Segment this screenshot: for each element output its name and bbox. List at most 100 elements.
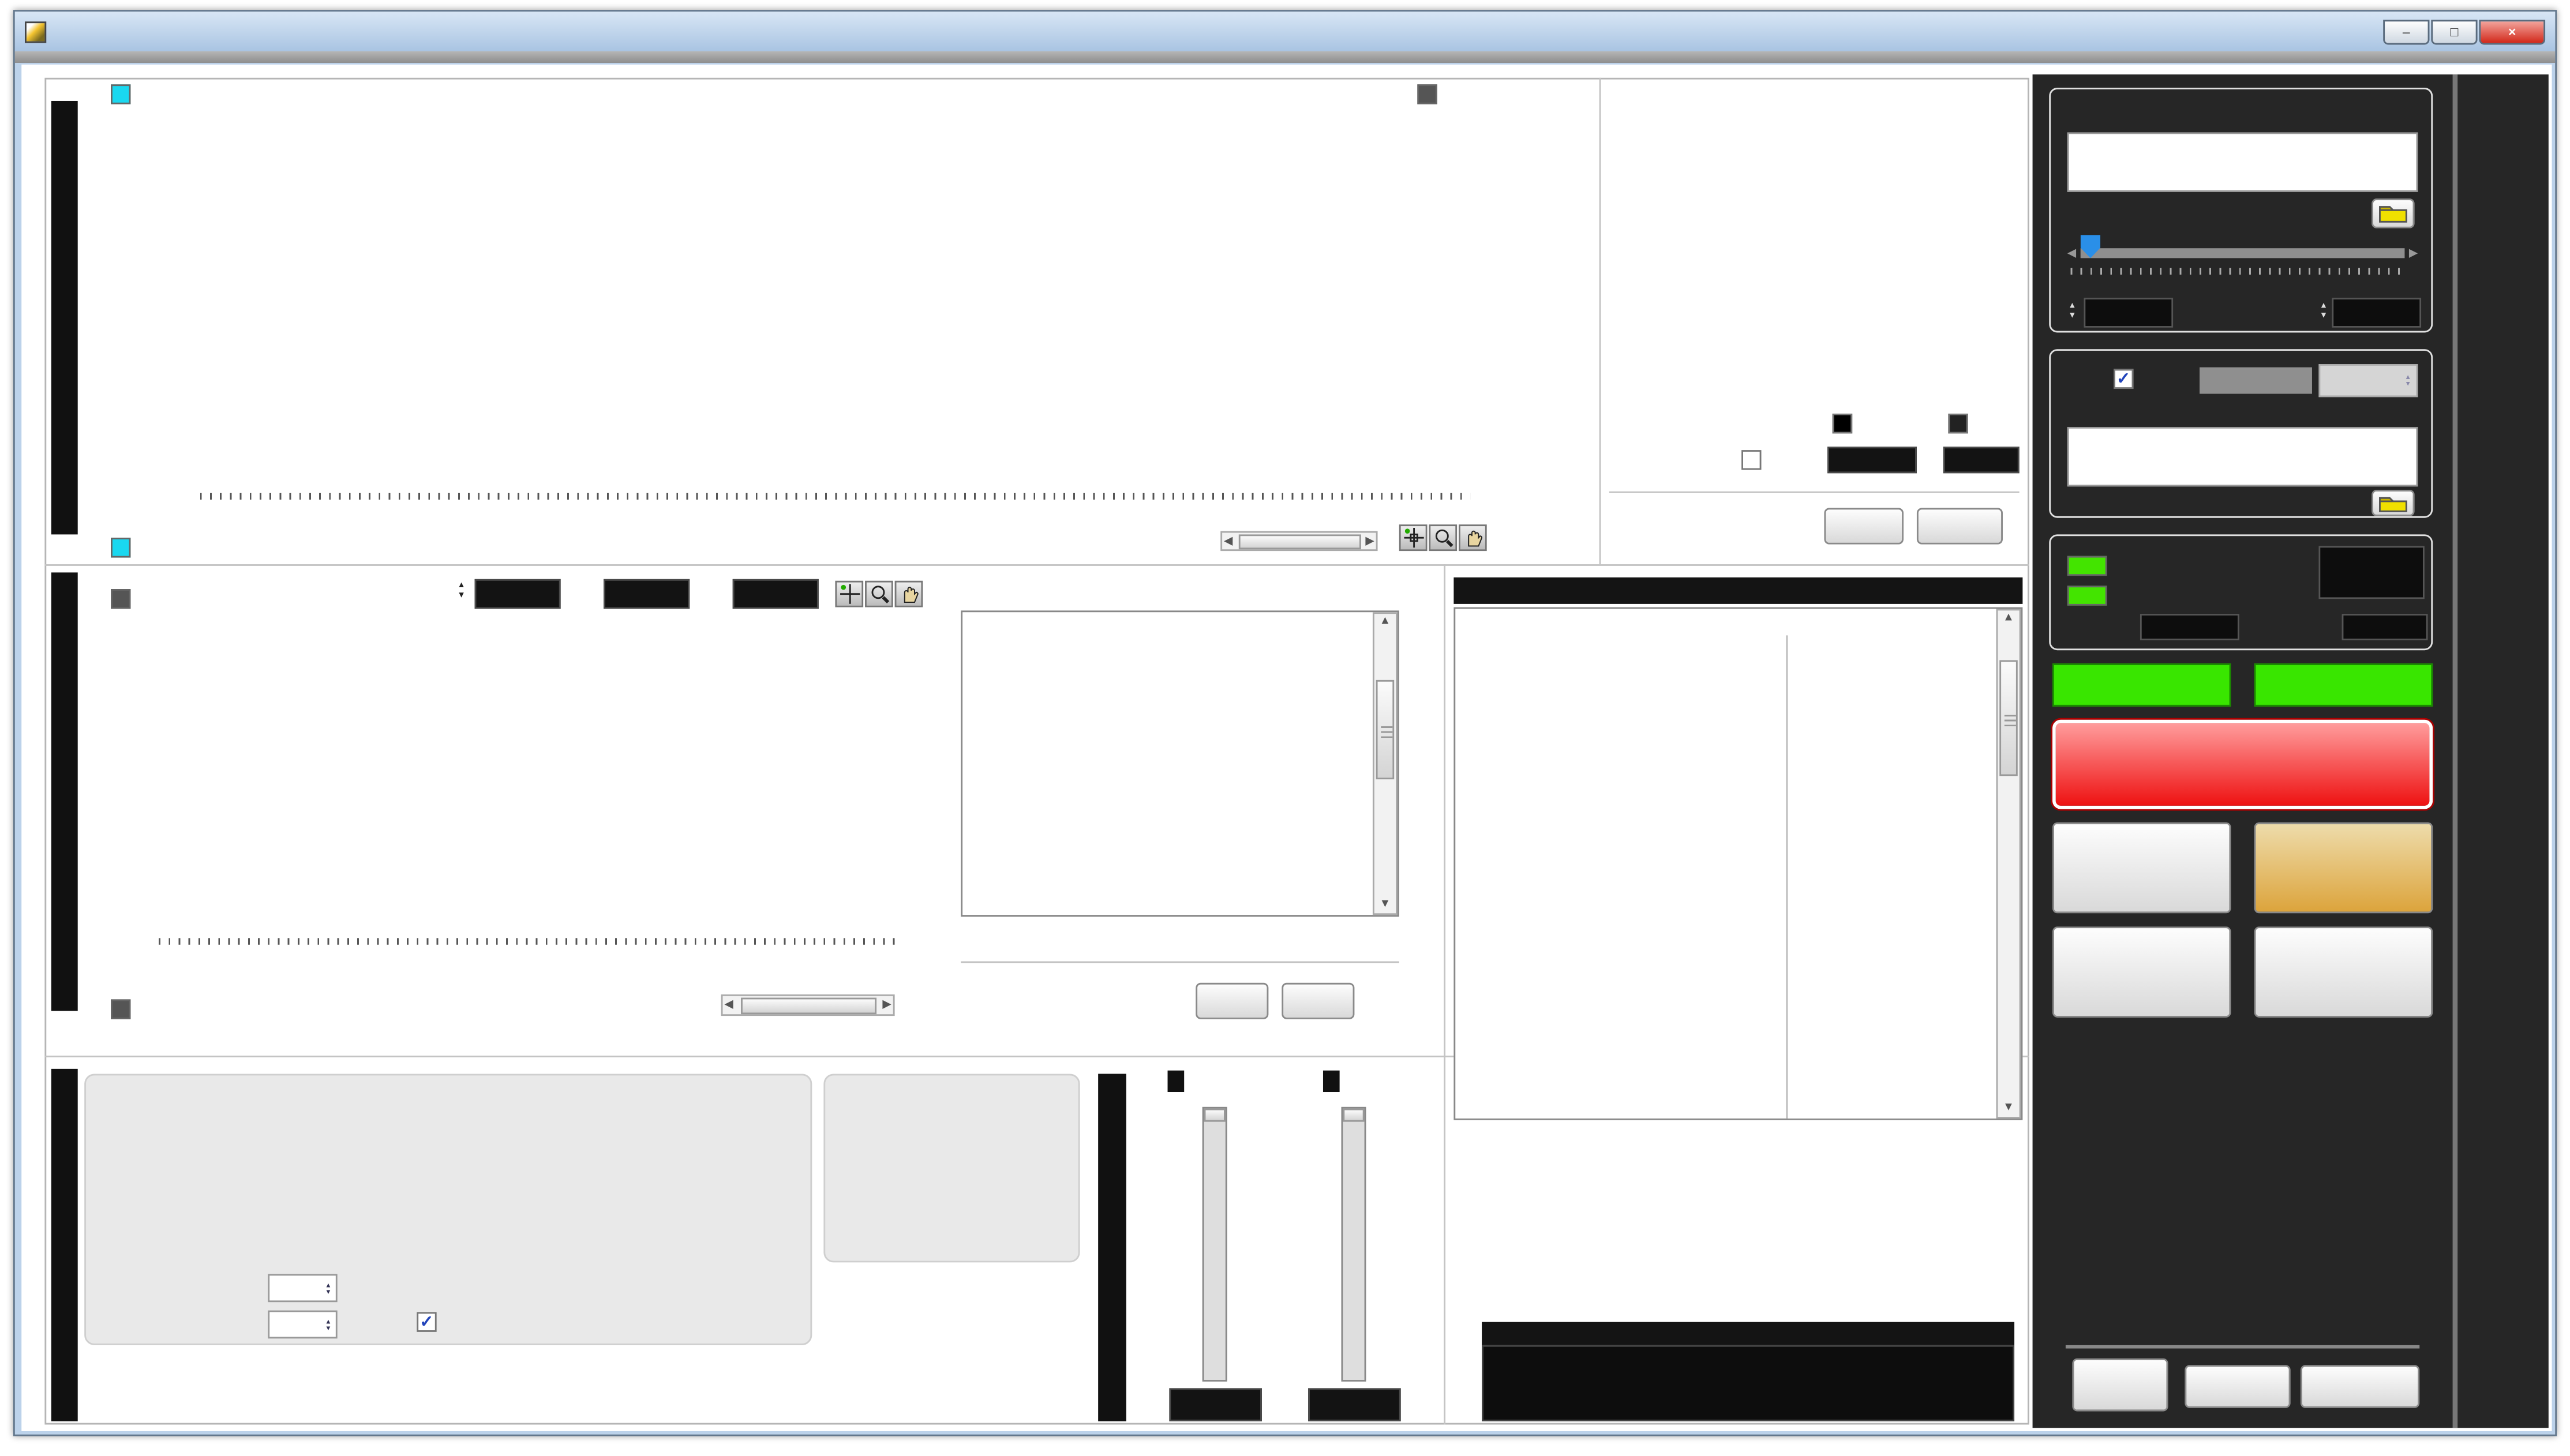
power-profile-table[interactable]: ▲ ▼ [961, 610, 1399, 917]
load-total-value [1308, 1388, 1401, 1421]
y1-auto-checkbox[interactable] [111, 84, 130, 104]
sv-cmd-value[interactable] [475, 579, 561, 609]
data-path-input[interactable] [2067, 132, 2418, 192]
section-divider-4 [1444, 564, 1445, 1424]
profile-table-scrollbar[interactable]: ▲ ▼ [1373, 612, 1398, 915]
auto-start-button[interactable] [2052, 926, 2231, 1018]
load-gauge-ticks [1292, 1113, 1335, 1375]
save-path-browse-button[interactable] [2372, 490, 2415, 516]
side-title-strip [2459, 74, 2549, 1428]
message-body [1482, 1345, 2014, 1421]
load-gauge[interactable] [1341, 1107, 1366, 1382]
load-chart[interactable] [159, 622, 894, 936]
event-channel-area [1786, 635, 1998, 1119]
command-panel [823, 1074, 1080, 1262]
crosshair-tool-icon[interactable] [1399, 524, 1428, 551]
interval-spinner: ▲▼ [2318, 364, 2418, 397]
graph-config-open-button[interactable] [1824, 508, 1904, 545]
end-time-input[interactable] [2332, 298, 2421, 328]
load-crosshair-tool-icon[interactable] [835, 581, 863, 607]
maximize-button[interactable]: □ [2431, 19, 2477, 44]
profile-save-button[interactable] [1282, 983, 1354, 1019]
start-time-state-value [2318, 546, 2424, 599]
load-panel-strip [51, 572, 78, 1011]
load-chart-scrollbar[interactable]: ◀ ▶ [721, 995, 895, 1016]
background-color-swatch[interactable] [1833, 414, 1852, 433]
meas-x-minor-ticks [200, 493, 1470, 500]
meas-chart-scrollbar[interactable]: ◀ ▶ [1220, 531, 1377, 551]
title-bar[interactable]: – □ × [15, 12, 2555, 51]
source-gauge-title [1168, 1071, 1185, 1092]
comm-status-items [2039, 1057, 2446, 1339]
pcs-soc-spinner[interactable]: ▲▼ [268, 1274, 337, 1303]
connect-button[interactable] [2185, 1365, 2290, 1408]
pan-hand-tool-icon[interactable] [1459, 524, 1487, 551]
event-log-title [1453, 577, 2022, 604]
graph-config-save-button[interactable] [1917, 508, 2003, 545]
battery-mode-checkbox[interactable]: ✓ [417, 1312, 436, 1331]
ees-soc-spinner[interactable]: ▲▼ [268, 1311, 337, 1339]
load-x-auto-checkbox[interactable] [111, 999, 130, 1019]
cursor-y-value [1943, 446, 2020, 473]
cursor-view-checkbox[interactable] [1741, 450, 1761, 470]
emergency-stop-button[interactable] [2052, 720, 2433, 809]
auto-ready-button[interactable] [2052, 822, 2231, 913]
app-icon [25, 21, 46, 42]
save-state-led [2067, 586, 2107, 605]
auto-stop-button[interactable] [2254, 926, 2433, 1018]
data-path-browse-button[interactable] [2372, 198, 2415, 228]
y2-auto-checkbox[interactable] [1417, 84, 1437, 104]
start-time-input[interactable] [2084, 298, 2173, 328]
ready-indicator[interactable] [2052, 663, 2231, 707]
grid-color-swatch[interactable] [1948, 414, 1968, 433]
event-log-scrollbar[interactable]: ▲ ▼ [1996, 609, 2021, 1118]
graph-measurement-button[interactable] [2254, 822, 2433, 913]
close-button[interactable]: × [2479, 19, 2545, 44]
load-y-ticks [88, 622, 154, 936]
save-checkbox[interactable]: ✓ [2114, 369, 2133, 389]
source-gauge-ticks [1153, 1113, 1196, 1375]
disconnect-button[interactable] [2301, 1365, 2419, 1408]
load-y-auto-checkbox[interactable] [111, 589, 130, 609]
save-path-input[interactable] [2067, 427, 2418, 486]
data-save-group: ✓ ▲▼ [2049, 349, 2433, 518]
zoom-tool-icon[interactable] [1429, 524, 1457, 551]
window-menustrip [15, 51, 2555, 63]
section-divider-1 [44, 564, 2029, 566]
load-x-minor-ticks [159, 938, 894, 944]
load-gauge-title [1323, 1071, 1340, 1092]
source-gauge[interactable] [1202, 1107, 1227, 1382]
load-x-ticks [159, 947, 894, 963]
event-log-table[interactable]: ▲ ▼ [1453, 607, 2022, 1120]
message-title [1482, 1322, 2014, 1345]
source-total-value [1169, 1388, 1262, 1421]
run-indicator[interactable] [2254, 663, 2433, 707]
pv-value [733, 579, 819, 609]
meas-state-led [2067, 556, 2107, 576]
section-divider-3 [1599, 78, 1601, 564]
profile-open-button[interactable] [1196, 983, 1268, 1019]
sv-value [604, 579, 690, 609]
state-group [2049, 534, 2433, 650]
meas-x-ticks [200, 501, 1470, 518]
load-zoom-tool-icon[interactable] [865, 581, 893, 607]
alarm-status-area [1447, 1140, 2026, 1345]
meas-x-auto-checkbox[interactable] [111, 538, 130, 557]
remain-time-value [2342, 614, 2428, 640]
meas-y2-ticks [1477, 114, 1517, 491]
power-combination-panel: ▲▼ ▲▼ ✓ [84, 1074, 812, 1345]
measurement-chart[interactable] [200, 114, 1470, 491]
load-pan-hand-tool-icon[interactable] [895, 581, 923, 607]
analysis-data-group: ◀ ▶ ▲▼ ▲▼ [2049, 88, 2433, 332]
interval-label [2200, 367, 2312, 394]
cursor-x-value [1827, 446, 1917, 473]
meas-panel-strip [51, 101, 78, 534]
app-window: – □ × [13, 10, 2557, 1436]
total-data-strip [1098, 1074, 1126, 1421]
comm-set-button[interactable] [2072, 1359, 2168, 1412]
step-time-value [2140, 614, 2239, 640]
power-panel-strip [51, 1069, 78, 1421]
x-scale-slider[interactable]: ◀ ▶ [2067, 242, 2418, 265]
minimize-button[interactable]: – [2383, 19, 2429, 44]
meas-y1-ticks [134, 114, 193, 491]
